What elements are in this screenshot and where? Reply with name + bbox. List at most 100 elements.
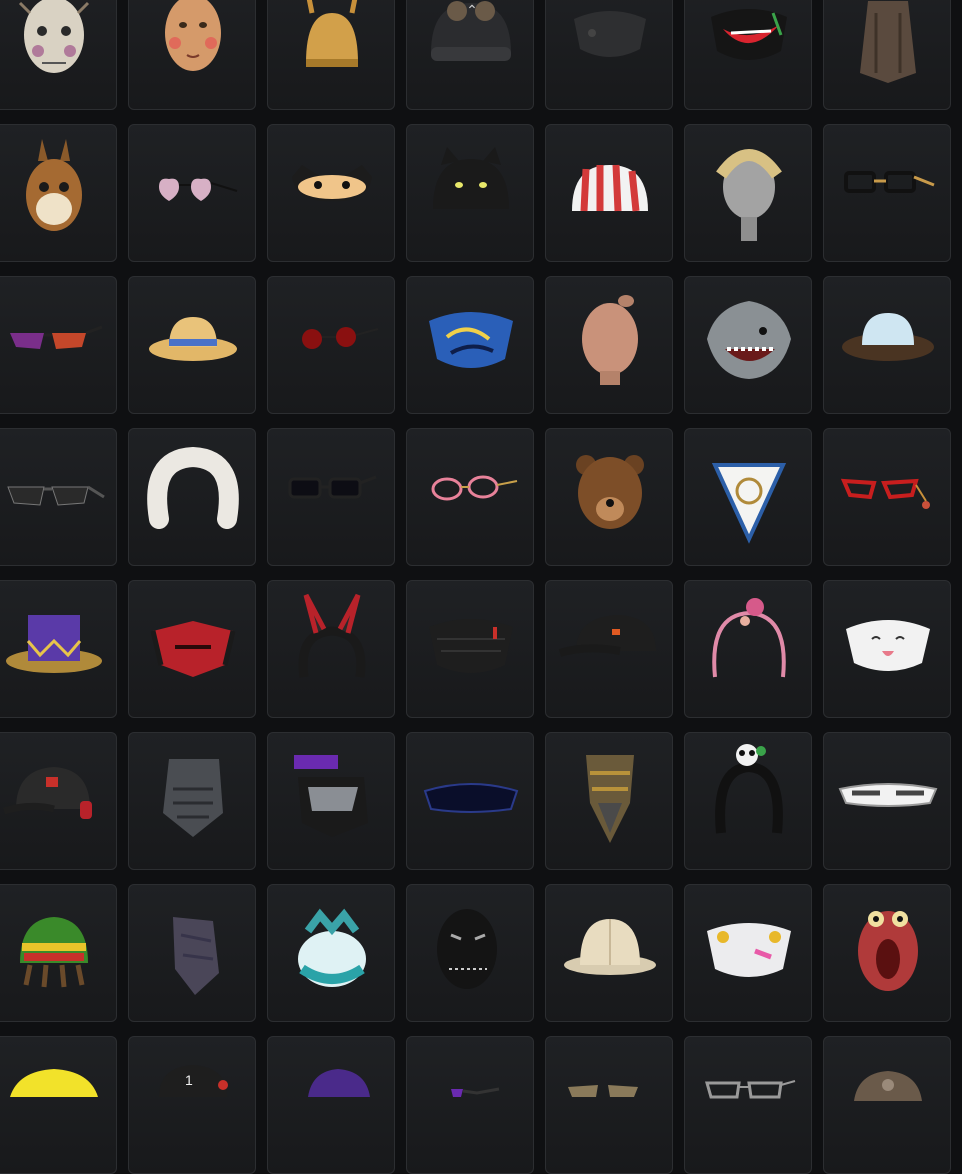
purple-cap-icon — [308, 1069, 370, 1097]
panda-headband-icon — [715, 744, 783, 834]
metal-face-guard-icon — [163, 759, 223, 837]
bunny-ear-headband-icon — [298, 593, 366, 678]
item-slot[interactable]: 1 — [128, 1036, 256, 1174]
item-slot[interactable] — [0, 580, 117, 718]
item-slot[interactable] — [267, 732, 395, 870]
item-slot[interactable] — [823, 276, 951, 414]
item-slot[interactable] — [128, 884, 256, 1022]
item-slot[interactable] — [0, 276, 117, 414]
item-slot[interactable] — [823, 884, 951, 1022]
purple-scarf-icon — [173, 917, 219, 995]
pink-glasses-icon — [431, 475, 518, 501]
item-slot[interactable] — [545, 428, 673, 566]
gradient-sunglasses-icon — [10, 325, 103, 349]
heart-sunglasses-icon — [159, 178, 238, 201]
viking-helmet-icon — [306, 0, 358, 67]
item-slot[interactable] — [0, 884, 117, 1022]
rose-headband-icon — [712, 598, 786, 678]
item-slot[interactable] — [267, 124, 395, 262]
yellow-cap-icon — [10, 1069, 98, 1097]
black-rim-glasses-icon — [288, 475, 377, 499]
item-slot[interactable] — [0, 1036, 117, 1174]
brown-helmet-icon — [854, 1071, 922, 1101]
item-slot[interactable] — [267, 0, 395, 110]
purple-glasses-icon — [451, 1087, 500, 1097]
black-face-mask-icon — [574, 11, 646, 57]
item-slot[interactable] — [406, 124, 534, 262]
item-slot[interactable] — [684, 1036, 812, 1174]
item-slot[interactable] — [406, 276, 534, 414]
item-slot[interactable] — [267, 276, 395, 414]
item-slot[interactable] — [823, 124, 951, 262]
item-slot[interactable] — [267, 580, 395, 718]
dark-sunglasses-icon — [7, 485, 105, 506]
bear-mask-icon — [576, 455, 644, 529]
silver-glasses-icon — [705, 1080, 796, 1099]
item-slot[interactable] — [545, 732, 673, 870]
item-slot[interactable] — [0, 124, 117, 262]
round-red-glasses-icon — [302, 327, 379, 349]
item-slot[interactable] — [823, 580, 951, 718]
item-slot[interactable] — [545, 884, 673, 1022]
graffiti-face-mask-icon — [429, 312, 513, 368]
item-slot[interactable] — [823, 428, 951, 566]
item-slot[interactable] — [406, 580, 534, 718]
item-slot[interactable] — [684, 0, 812, 110]
braided-hair-icon — [716, 149, 782, 241]
rasta-dreadlock-hat-icon — [20, 917, 88, 988]
black-cat-beanie-icon — [433, 147, 509, 209]
cute-face-mask-icon — [846, 620, 930, 671]
stitched-black-mask-icon — [437, 909, 497, 989]
chipmunk-mask-icon — [26, 139, 82, 231]
item-slot[interactable] — [128, 0, 256, 110]
item-slot[interactable] — [823, 0, 951, 110]
item-slot[interactable] — [823, 1036, 951, 1174]
item-slot[interactable] — [406, 732, 534, 870]
striped-bucket-hat-icon — [572, 164, 648, 212]
wooden-doll-mask-icon — [165, 0, 221, 71]
item-slot[interactable] — [545, 1036, 673, 1174]
item-slot[interactable] — [128, 732, 256, 870]
item-slot[interactable] — [684, 124, 812, 262]
item-slot[interactable] — [545, 124, 673, 262]
red-creature-mask-icon — [858, 911, 918, 991]
inventory-grid: 1 — [0, 0, 962, 1174]
item-slot[interactable] — [545, 580, 673, 718]
item-slot[interactable] — [684, 580, 812, 718]
item-slot[interactable] — [406, 884, 534, 1022]
item-slot[interactable] — [267, 428, 395, 566]
item-slot[interactable] — [545, 0, 673, 110]
item-slot[interactable] — [0, 732, 117, 870]
black-glasses-icon — [844, 171, 935, 193]
black-sport-mask-icon — [429, 619, 513, 673]
item-slot[interactable] — [684, 884, 812, 1022]
item-slot[interactable] — [823, 732, 951, 870]
item-slot[interactable] — [267, 884, 395, 1022]
item-slot[interactable] — [545, 276, 673, 414]
item-slot[interactable] — [267, 1036, 395, 1174]
item-slot[interactable] — [684, 428, 812, 566]
item-slot[interactable] — [406, 428, 534, 566]
nautical-bandana-icon — [711, 463, 787, 544]
shield-sunglasses-icon — [423, 783, 519, 813]
cyber-face-mask-icon — [707, 923, 791, 977]
joker-grin-mask-icon — [711, 9, 787, 60]
item-slot[interactable] — [128, 580, 256, 718]
item-slot[interactable] — [128, 428, 256, 566]
teal-fluffy-hat-icon — [298, 908, 366, 987]
item-slot[interactable] — [684, 276, 812, 414]
item-slot[interactable] — [684, 732, 812, 870]
item-slot[interactable] — [0, 0, 117, 110]
red-chain-glasses-icon — [840, 478, 930, 509]
svg-text:1: 1 — [185, 1072, 193, 1088]
item-slot[interactable] — [128, 124, 256, 262]
item-slot[interactable] — [0, 428, 117, 566]
floppy-hat-icon — [842, 313, 934, 361]
purple-top-hat-icon — [6, 615, 102, 673]
item-slot[interactable] — [128, 276, 256, 414]
chevron-up-icon[interactable]: ⌃ — [462, 2, 482, 18]
red-tactical-mask-icon — [150, 621, 236, 677]
item-slot[interactable] — [406, 1036, 534, 1174]
pith-helmet-icon — [564, 919, 656, 975]
camo-scarf-icon — [586, 755, 634, 843]
